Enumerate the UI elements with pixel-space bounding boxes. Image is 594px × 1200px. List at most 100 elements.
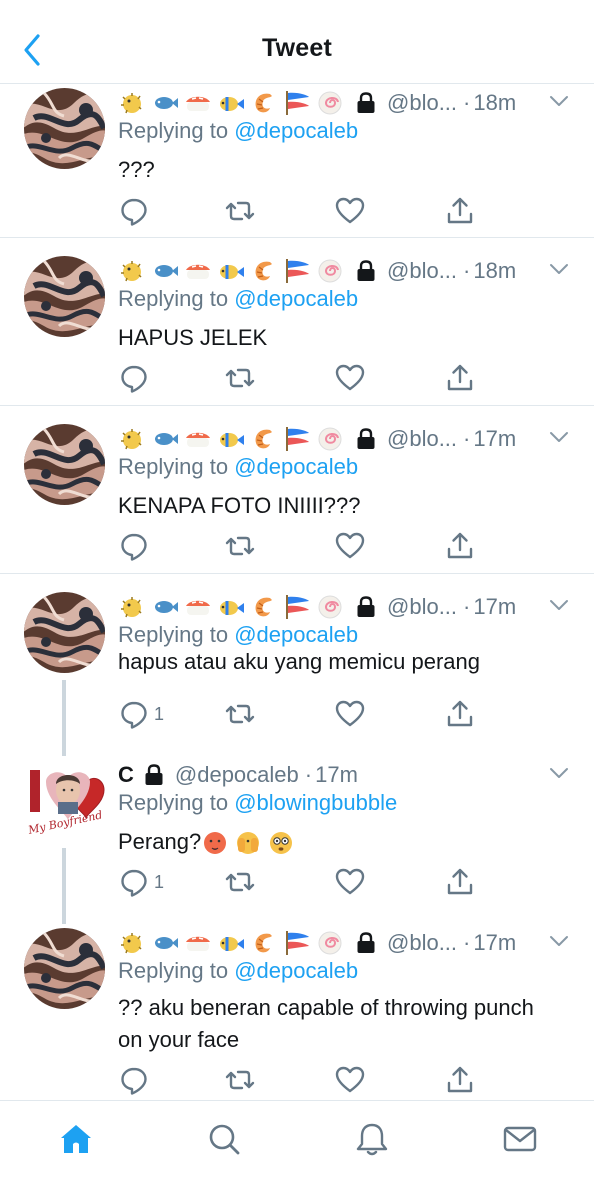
chevron-down-icon[interactable]: [548, 258, 570, 280]
share-button[interactable]: [444, 362, 476, 394]
like-button[interactable]: [334, 530, 366, 562]
mention-link[interactable]: @depocaleb: [234, 454, 358, 479]
replying-to: Replying to @blowingbubble: [118, 790, 397, 816]
replying-to: Replying to @depocaleb: [118, 958, 358, 984]
mention-link[interactable]: @blowingbubble: [234, 790, 397, 815]
shrimp-emoji-icon: [255, 597, 272, 617]
share-button[interactable]: [444, 698, 476, 730]
fish-emoji-icon: [155, 433, 178, 445]
like-button[interactable]: [334, 362, 366, 394]
notifications-icon: [356, 1123, 388, 1156]
blowfish-emoji-icon: [121, 93, 142, 114]
tweet[interactable]: @blo... · 17m Replying to @depocaleb ?? …: [0, 910, 594, 1100]
replying-prefix: Replying to: [118, 622, 229, 647]
separator-dot: ·: [463, 258, 471, 283]
blowfish-emoji-icon: [121, 261, 142, 282]
avatar[interactable]: [24, 592, 105, 673]
tweet-thread: @blo... · 18m Replying to @depocaleb ???…: [0, 84, 594, 1100]
like-icon: [334, 195, 366, 227]
share-button[interactable]: [444, 1064, 476, 1096]
share-icon: [444, 698, 476, 730]
handle: @blo...: [387, 258, 458, 283]
share-button[interactable]: [444, 530, 476, 562]
separator-dot: ·: [463, 594, 471, 619]
blowfish-emoji-icon: [121, 429, 142, 450]
display-name: [118, 257, 349, 285]
avatar[interactable]: [24, 88, 105, 169]
like-button[interactable]: [334, 698, 366, 730]
carp-streamer-emoji-icon: [286, 595, 309, 619]
tweet[interactable]: @blo... · 17m Replying to @depocaleb hap…: [0, 574, 594, 742]
lock-icon: [355, 259, 377, 283]
display-name: [118, 425, 349, 453]
share-icon: [444, 530, 476, 562]
tweet-actions: 1: [118, 866, 478, 898]
retweet-icon: [224, 866, 256, 898]
mention-link[interactable]: @depocaleb: [234, 118, 358, 143]
reply-button[interactable]: [118, 362, 154, 394]
replying-prefix: Replying to: [118, 790, 229, 815]
mention-link[interactable]: @depocaleb: [234, 622, 358, 647]
tweet-actions: [118, 1064, 478, 1096]
tweet[interactable]: @blo... · 17m Replying to @depocaleb KEN…: [0, 406, 594, 574]
replying-to: Replying to @depocaleb: [118, 286, 358, 312]
like-icon: [334, 362, 366, 394]
replying-prefix: Replying to: [118, 286, 229, 311]
retweet-button[interactable]: [224, 530, 256, 562]
timestamp: 17m: [315, 762, 358, 787]
retweet-button[interactable]: [224, 698, 256, 730]
separator-dot: ·: [463, 90, 471, 115]
thread-connector: [62, 848, 66, 910]
tweet-text: HAPUS JELEK: [118, 325, 268, 350]
like-button[interactable]: [334, 866, 366, 898]
retweet-icon: [224, 195, 256, 227]
lock-icon: [143, 763, 165, 787]
like-button[interactable]: [334, 195, 366, 227]
chevron-down-icon[interactable]: [548, 90, 570, 112]
reply-button[interactable]: 1: [118, 866, 164, 898]
chevron-down-icon[interactable]: [548, 594, 570, 616]
retweet-button[interactable]: [224, 195, 256, 227]
tweet[interactable]: @blo... · 18m Replying to @depocaleb ???: [0, 84, 594, 238]
retweet-button[interactable]: [224, 1064, 256, 1096]
avatar[interactable]: [24, 928, 105, 1009]
tab-search[interactable]: [204, 1119, 244, 1159]
carp-streamer-emoji-icon: [286, 259, 309, 283]
avatar[interactable]: My Boyfriend: [24, 760, 105, 841]
retweet-button[interactable]: [224, 866, 256, 898]
carp-streamer-emoji-icon: [286, 91, 309, 115]
bottom-tab-bar: [0, 1100, 594, 1200]
thread-connector: [62, 910, 66, 924]
timestamp: 18m: [473, 90, 517, 115]
fish-emoji-icon: [155, 937, 178, 949]
chevron-down-icon[interactable]: [548, 930, 570, 952]
reply-button[interactable]: 1: [118, 698, 164, 730]
handle: @blo...: [387, 594, 458, 619]
display-name: [118, 929, 349, 957]
mention-link[interactable]: @depocaleb: [234, 286, 358, 311]
fish-cake-emoji-icon: [318, 595, 342, 619]
avatar[interactable]: [24, 256, 105, 337]
reply-button[interactable]: [118, 195, 154, 227]
like-button[interactable]: [334, 1064, 366, 1096]
avatar[interactable]: [24, 424, 105, 505]
chevron-down-icon[interactable]: [548, 426, 570, 448]
share-button[interactable]: [444, 866, 476, 898]
tab-home[interactable]: [56, 1119, 96, 1159]
retweet-icon: [224, 530, 256, 562]
retweet-button[interactable]: [224, 362, 256, 394]
reply-button[interactable]: [118, 1064, 154, 1096]
tweet[interactable]: My Boyfriend C @depocaleb · 17m Replying…: [0, 742, 594, 910]
tab-notifications[interactable]: [352, 1119, 392, 1159]
shrimp-emoji-icon: [255, 933, 272, 953]
reply-icon: [118, 362, 150, 394]
tweet-actions: 1: [118, 698, 478, 730]
tab-messages[interactable]: [500, 1119, 540, 1159]
mention-link[interactable]: @depocaleb: [234, 958, 358, 983]
reply-button[interactable]: [118, 530, 154, 562]
fish-emoji-icon: [155, 265, 178, 277]
sushi-emoji-icon: [186, 432, 210, 447]
tweet[interactable]: @blo... · 18m Replying to @depocaleb HAP…: [0, 238, 594, 406]
share-button[interactable]: [444, 195, 476, 227]
chevron-down-icon[interactable]: [548, 762, 570, 784]
